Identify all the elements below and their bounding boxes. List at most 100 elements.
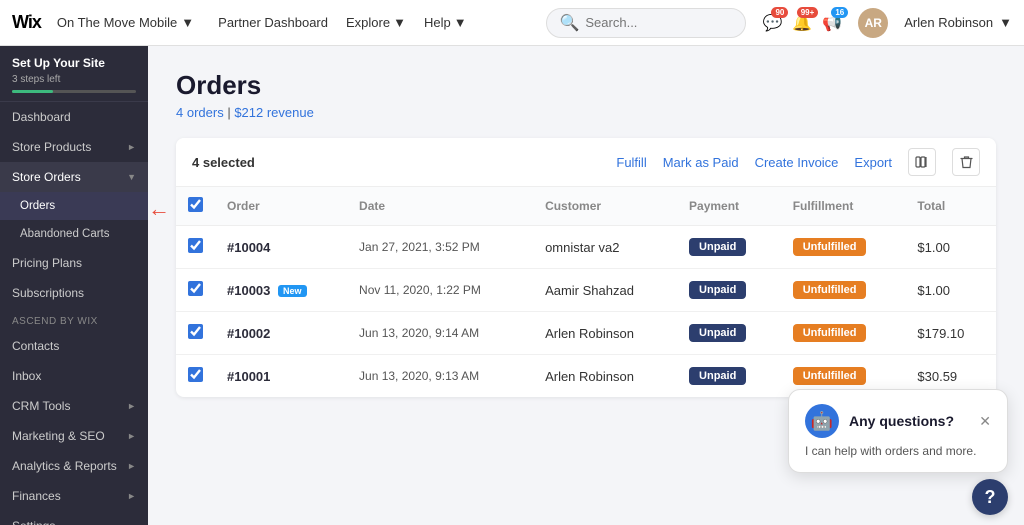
sidebar-item-inbox[interactable]: Inbox — [0, 361, 148, 391]
question-mark-icon: ? — [985, 487, 996, 508]
sidebar-item-contacts[interactable]: Contacts — [0, 331, 148, 361]
row-fulfillment: Unfulfilled — [781, 226, 906, 269]
setup-steps: 3 steps left — [12, 74, 136, 85]
chevron-right-icon: ► — [127, 431, 136, 441]
sidebar: Set Up Your Site 3 steps left Dashboard … — [0, 46, 148, 525]
chevron-right-icon: ► — [127, 142, 136, 152]
sidebar-item-marketing-seo[interactable]: Marketing & SEO ► — [0, 421, 148, 451]
sidebar-item-subscriptions[interactable]: Subscriptions — [0, 278, 148, 308]
sidebar-section-ascend: Ascend by Wix — [0, 308, 148, 331]
sidebar-item-orders[interactable]: Orders — [0, 192, 148, 220]
header-fulfillment: Fulfillment — [781, 187, 906, 226]
setup-title: Set Up Your Site — [12, 56, 136, 70]
header-date: Date — [347, 187, 533, 226]
mark-as-paid-button[interactable]: Mark as Paid — [663, 155, 739, 170]
trash-icon — [960, 155, 973, 169]
sidebar-label: Contacts — [12, 339, 59, 353]
user-menu[interactable]: Arlen Robinson ▼ — [904, 15, 1012, 30]
row-order[interactable]: #10001 — [215, 355, 347, 398]
row-checkbox[interactable] — [188, 238, 203, 253]
row-customer: omnistar va2 — [533, 226, 677, 269]
header-checkbox-col — [176, 187, 215, 226]
notification-icons: 💬 90 🔔 99+ 📢 16 — [762, 13, 842, 33]
sidebar-label: Store Products — [12, 140, 91, 154]
row-checkbox[interactable] — [188, 281, 203, 296]
partner-dashboard-link[interactable]: Partner Dashboard — [218, 15, 328, 30]
sidebar-item-store-products[interactable]: Store Products ► — [0, 132, 148, 162]
row-date: Jun 13, 2020, 9:13 AM — [347, 355, 533, 398]
header-payment: Payment — [677, 187, 781, 226]
megaphone-notification[interactable]: 📢 16 — [822, 13, 842, 33]
progress-bar — [12, 90, 136, 93]
megaphone-badge: 16 — [831, 7, 848, 18]
sidebar-item-dashboard[interactable]: Dashboard — [0, 102, 148, 132]
sidebar-item-analytics-reports[interactable]: Analytics & Reports ► — [0, 451, 148, 481]
row-checkbox[interactable] — [188, 367, 203, 382]
order-number: #10004 — [227, 240, 270, 255]
help-fab-button[interactable]: ? — [972, 479, 1008, 515]
columns-icon — [915, 155, 929, 169]
trash-icon-button[interactable] — [952, 148, 980, 176]
sidebar-item-pricing-plans[interactable]: Pricing Plans — [0, 248, 148, 278]
row-customer: Aamir Shahzad — [533, 269, 677, 312]
help-dropdown[interactable]: Help ▼ — [424, 15, 467, 30]
sidebar-item-abandoned-carts[interactable]: Abandoned Carts — [0, 220, 148, 248]
chat-body: I can help with orders and more. — [805, 444, 991, 458]
revenue-link[interactable]: $212 revenue — [234, 105, 314, 120]
row-order[interactable]: #10003 New — [215, 269, 347, 312]
chevron-down-icon: ▼ — [999, 15, 1012, 30]
select-all-checkbox[interactable] — [188, 197, 203, 212]
row-customer: Arlen Robinson — [533, 312, 677, 355]
payment-status-badge: Unpaid — [689, 281, 746, 299]
payment-status-badge: Unpaid — [689, 367, 746, 385]
fulfillment-status-badge: Unfulfilled — [793, 238, 867, 256]
fulfill-button[interactable]: Fulfill — [616, 155, 646, 170]
row-total: $1.00 — [905, 269, 996, 312]
search-input[interactable] — [585, 15, 733, 30]
sidebar-item-finances[interactable]: Finances ► — [0, 481, 148, 511]
chat-close-button[interactable]: ✕ — [979, 413, 991, 430]
sidebar-label: Subscriptions — [12, 286, 84, 300]
chat-badge: 90 — [771, 7, 788, 18]
sidebar-item-store-orders[interactable]: Store Orders ▼ — [0, 162, 148, 192]
chevron-down-icon: ▼ — [454, 15, 467, 30]
sidebar-item-crm-tools[interactable]: CRM Tools ► — [0, 391, 148, 421]
row-payment: Unpaid — [677, 355, 781, 398]
export-button[interactable]: Export — [854, 155, 892, 170]
chevron-down-icon: ▼ — [181, 15, 194, 30]
wix-logo: Wix — [12, 12, 41, 33]
row-total: $1.00 — [905, 226, 996, 269]
chat-bubble-header: 🤖 Any questions? ✕ — [805, 404, 991, 438]
site-name-dropdown[interactable]: On The Move Mobile ▼ — [57, 15, 194, 30]
sidebar-label: Pricing Plans — [12, 256, 82, 270]
chat-avatar: 🤖 — [805, 404, 839, 438]
table-toolbar: ↓ 4 selected Fulfill Mark as Paid Create… — [176, 138, 996, 187]
top-navbar: Wix On The Move Mobile ▼ Partner Dashboa… — [0, 0, 1024, 46]
row-total: $179.10 — [905, 312, 996, 355]
columns-icon-button[interactable] — [908, 148, 936, 176]
sidebar-label: CRM Tools — [12, 399, 70, 413]
row-order[interactable]: #10002 — [215, 312, 347, 355]
header-total: Total — [905, 187, 996, 226]
order-number: #10001 — [227, 369, 270, 384]
search-bar[interactable]: 🔍 — [546, 8, 746, 38]
row-order[interactable]: #10004 — [215, 226, 347, 269]
sidebar-item-settings[interactable]: Settings — [0, 511, 148, 525]
explore-dropdown[interactable]: Explore ▼ — [346, 15, 406, 30]
sidebar-label: Inbox — [12, 369, 41, 383]
bell-badge: 99+ — [797, 7, 819, 18]
page-subtitle: 4 orders | $212 revenue — [176, 105, 996, 120]
sidebar-label: Abandoned Carts — [20, 228, 110, 240]
orders-tbody: #10004 Jan 27, 2021, 3:52 PM omnistar va… — [176, 226, 996, 398]
row-date: Jan 27, 2021, 3:52 PM — [347, 226, 533, 269]
chat-title: Any questions? — [849, 413, 954, 429]
row-checkbox[interactable] — [188, 324, 203, 339]
fulfillment-status-badge: Unfulfilled — [793, 281, 867, 299]
bell-notification[interactable]: 🔔 99+ — [792, 13, 812, 33]
new-badge: New — [278, 285, 307, 297]
row-date: Nov 11, 2020, 1:22 PM — [347, 269, 533, 312]
chat-header-left: 🤖 Any questions? — [805, 404, 954, 438]
sidebar-label: Marketing & SEO — [12, 429, 105, 443]
create-invoice-button[interactable]: Create Invoice — [755, 155, 839, 170]
chat-notification[interactable]: 💬 90 — [762, 13, 782, 33]
